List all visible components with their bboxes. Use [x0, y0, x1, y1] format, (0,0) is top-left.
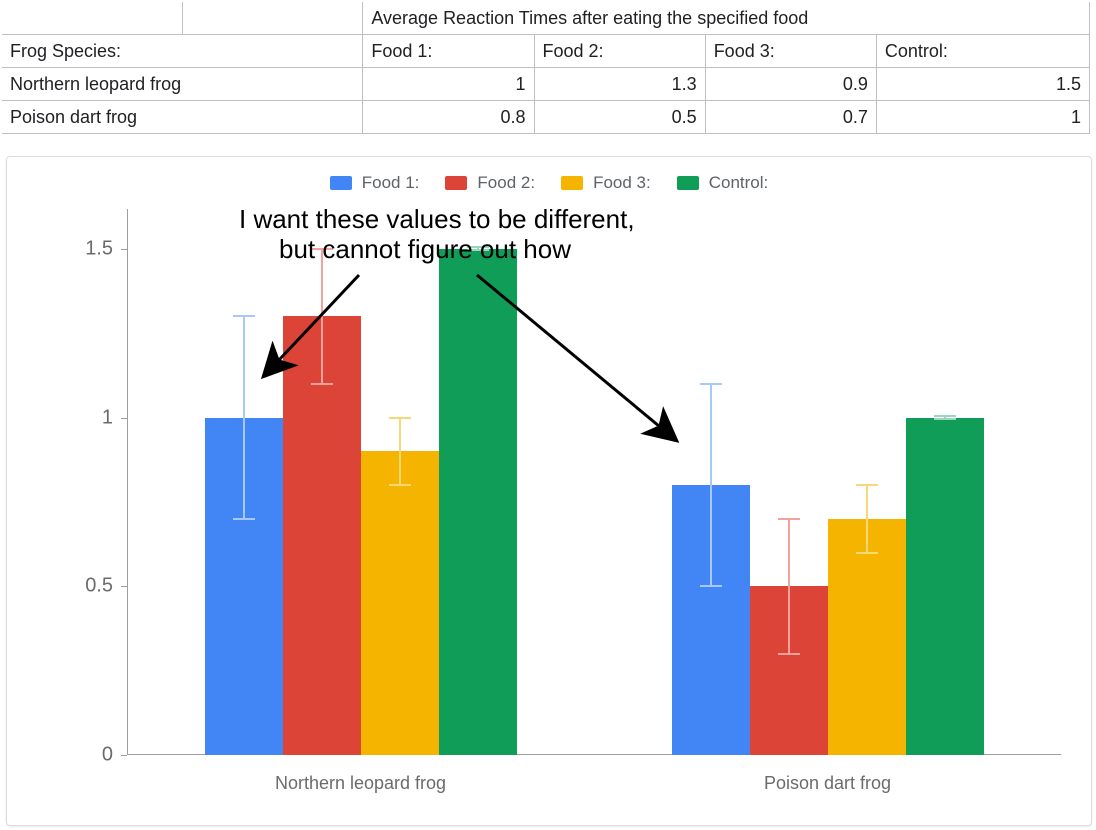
- chart-legend: Food 1: Food 2: Food 3: Control:: [7, 173, 1091, 193]
- cell-blank[interactable]: [2, 2, 182, 35]
- error-cap: [778, 518, 800, 520]
- legend-swatch: [330, 176, 352, 190]
- y-tick-label: 1.5: [85, 237, 113, 260]
- error-cap: [700, 383, 722, 385]
- error-bar: [788, 519, 790, 654]
- species-cell[interactable]: Northern leopard frog: [2, 68, 363, 101]
- col-header-cell[interactable]: Food 1:: [363, 35, 534, 68]
- legend-item: Control:: [677, 173, 769, 193]
- value-cell[interactable]: 0.5: [534, 101, 705, 134]
- error-cap: [700, 585, 722, 587]
- row-header-cell[interactable]: Frog Species:: [2, 35, 363, 68]
- x-tick-label: Poison dart frog: [764, 773, 891, 794]
- y-tick-label: 0: [102, 744, 113, 767]
- value-cell[interactable]: 1: [363, 68, 534, 101]
- x-tick-label: Northern leopard frog: [275, 773, 446, 794]
- bar: [439, 249, 517, 755]
- cell-blank[interactable]: [182, 2, 363, 35]
- value-cell[interactable]: 1: [876, 101, 1089, 134]
- legend-label: Food 2:: [477, 173, 535, 193]
- error-cap: [934, 418, 956, 420]
- annotation-text: I want these values to be different, but…: [239, 205, 635, 265]
- error-cap: [934, 415, 956, 417]
- table-row: Frog Species: Food 1: Food 2: Food 3: Co…: [2, 35, 1090, 68]
- col-header-cell[interactable]: Food 3:: [705, 35, 876, 68]
- bar: [906, 418, 984, 756]
- value-cell[interactable]: 0.9: [705, 68, 876, 101]
- error-cap: [311, 383, 333, 385]
- error-cap: [233, 315, 255, 317]
- error-bar: [243, 316, 245, 519]
- y-tick: [121, 755, 127, 756]
- chart-plot-area: 00.511.5Northern leopard frogPoison dart…: [127, 215, 1061, 755]
- y-tick: [121, 249, 127, 250]
- value-cell[interactable]: 1.5: [876, 68, 1089, 101]
- legend-item: Food 3:: [561, 173, 651, 193]
- table-row: Average Reaction Times after eating the …: [2, 2, 1090, 35]
- annotation-line2: but cannot figure out how: [239, 234, 571, 264]
- error-cap: [233, 518, 255, 520]
- value-cell[interactable]: 0.7: [705, 101, 876, 134]
- data-table: Average Reaction Times after eating the …: [2, 2, 1090, 134]
- value-cell[interactable]: 1.3: [534, 68, 705, 101]
- error-bar: [710, 384, 712, 587]
- merged-header-cell[interactable]: Average Reaction Times after eating the …: [363, 2, 1090, 35]
- y-tick: [121, 586, 127, 587]
- error-cap: [856, 552, 878, 554]
- value-cell[interactable]: 0.8: [363, 101, 534, 134]
- table-row: Poison dart frog 0.8 0.5 0.7 1: [2, 101, 1090, 134]
- legend-swatch: [561, 176, 583, 190]
- error-cap: [856, 484, 878, 486]
- y-tick: [121, 418, 127, 419]
- error-cap: [778, 653, 800, 655]
- bar: [828, 519, 906, 755]
- y-axis: [127, 209, 128, 755]
- annotation-line1: I want these values to be different,: [239, 204, 635, 234]
- col-header-cell[interactable]: Food 2:: [534, 35, 705, 68]
- y-tick-label: 0.5: [85, 575, 113, 598]
- error-cap: [389, 417, 411, 419]
- y-tick-label: 1: [102, 406, 113, 429]
- error-bar: [321, 249, 323, 384]
- error-bar: [399, 418, 401, 486]
- legend-label: Food 1:: [362, 173, 420, 193]
- legend-item: Food 2:: [445, 173, 535, 193]
- legend-label: Food 3:: [593, 173, 651, 193]
- legend-item: Food 1:: [330, 173, 420, 193]
- species-cell[interactable]: Poison dart frog: [2, 101, 363, 134]
- table-row: Northern leopard frog 1 1.3 0.9 1.5: [2, 68, 1090, 101]
- error-bar: [866, 485, 868, 553]
- bar: [361, 451, 439, 755]
- col-header-cell[interactable]: Control:: [876, 35, 1089, 68]
- legend-swatch: [677, 176, 699, 190]
- legend-label: Control:: [709, 173, 769, 193]
- error-cap: [389, 484, 411, 486]
- legend-swatch: [445, 176, 467, 190]
- chart-card[interactable]: Food 1: Food 2: Food 3: Control: 00.511.…: [6, 156, 1092, 826]
